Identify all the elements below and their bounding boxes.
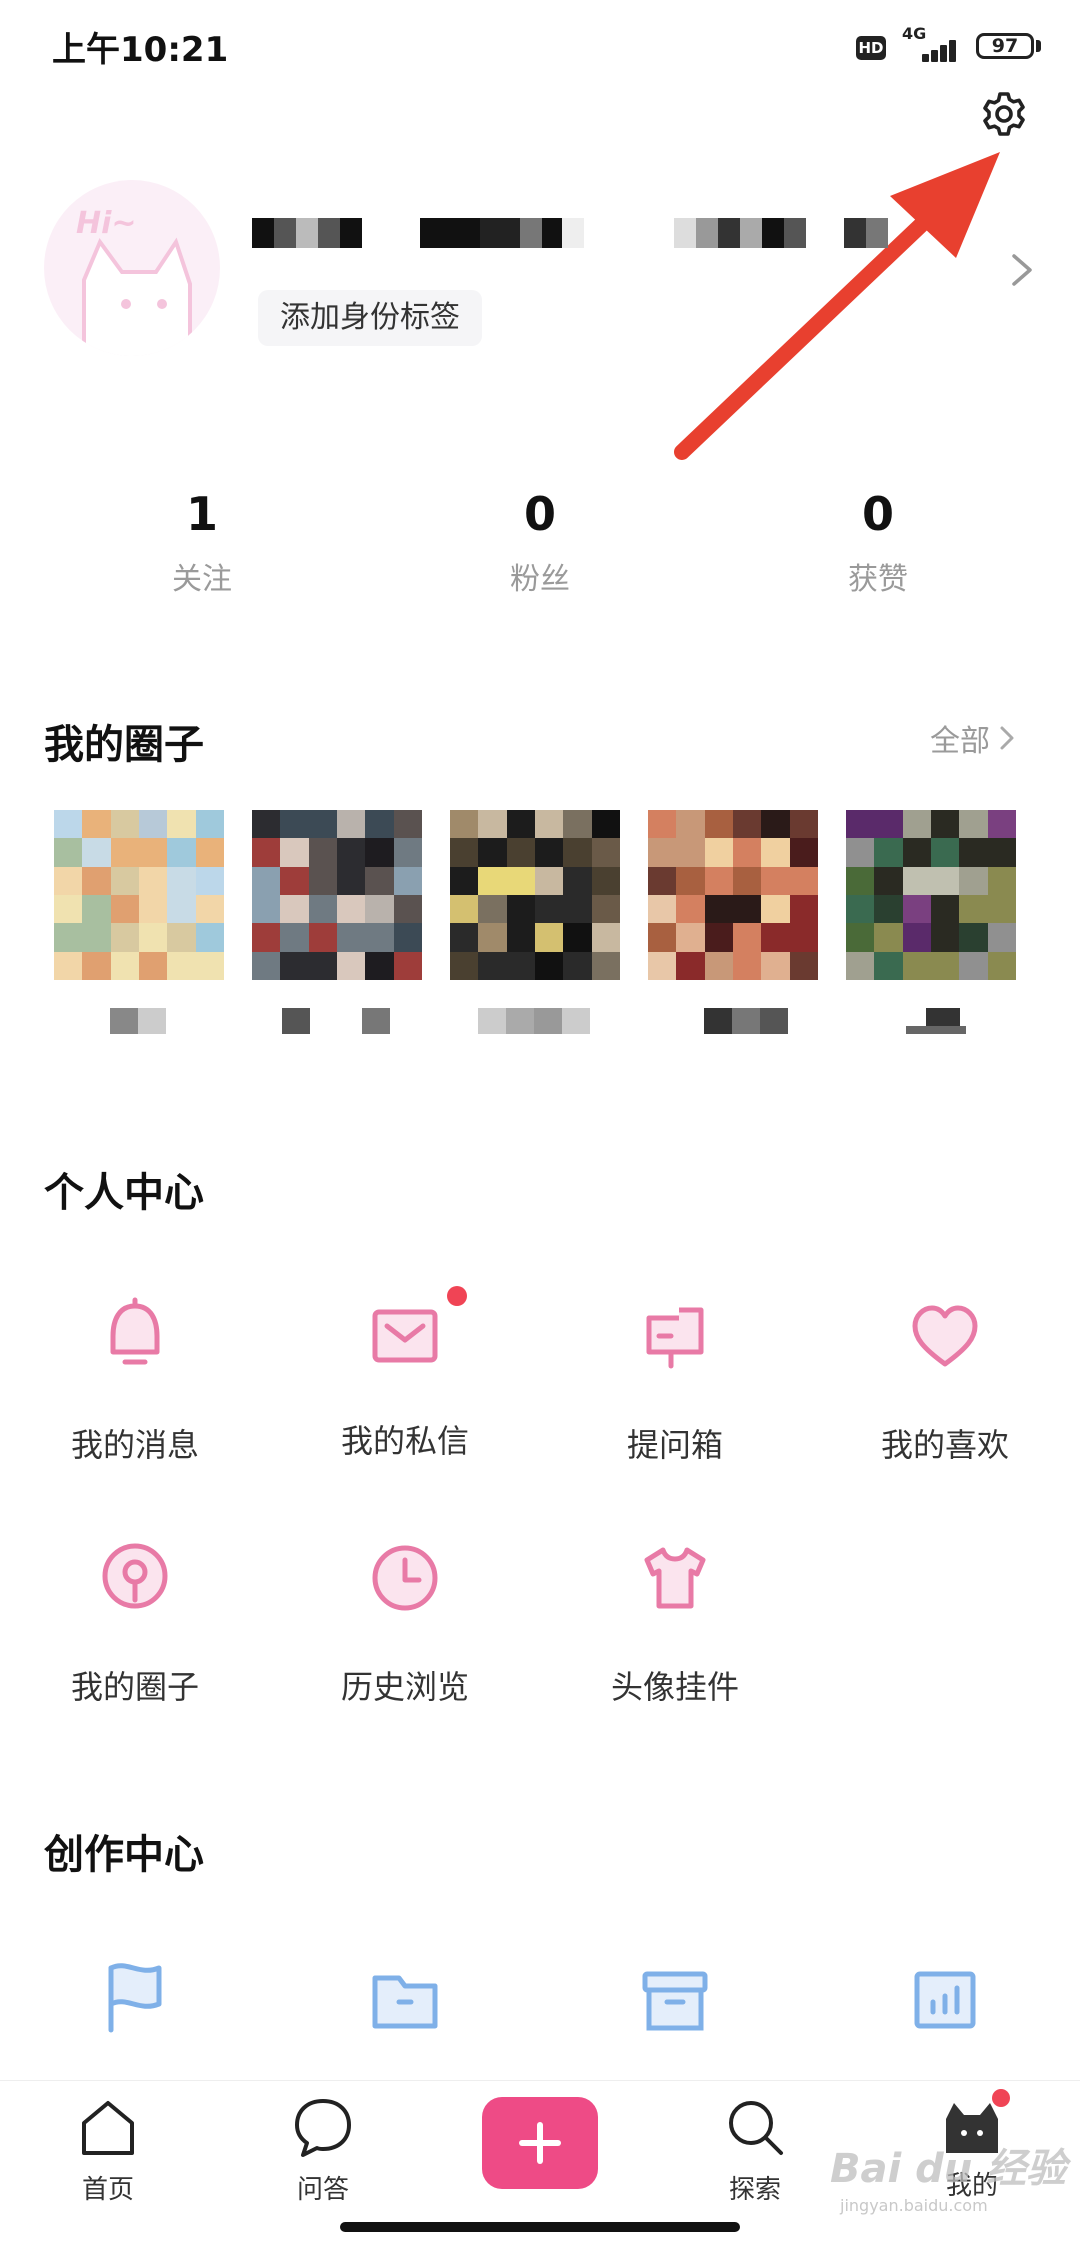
- circle-name-redacted: [110, 1008, 166, 1034]
- heart-icon: [912, 1305, 978, 1367]
- location-pin-icon: [102, 1543, 168, 1609]
- battery-nub: [1036, 40, 1041, 52]
- menu-label: 我的圈子: [70, 1668, 199, 1706]
- mailbox-icon: [646, 1307, 704, 1369]
- circle-name-redacted: [906, 1008, 966, 1034]
- home-icon: [82, 2101, 134, 2155]
- mail-icon-wrap: [365, 1286, 467, 1376]
- stat-following[interactable]: 1 关注: [82, 488, 322, 598]
- menu-label: 我的喜欢: [880, 1426, 1009, 1464]
- guide-arrow: [674, 152, 1000, 460]
- username-redacted: [252, 218, 942, 248]
- hd-badge: HD: [856, 36, 886, 60]
- nav-explore[interactable]: 探索: [680, 2095, 830, 2206]
- chat-bubble-icon: [295, 2099, 351, 2157]
- nav-home[interactable]: 首页: [33, 2095, 183, 2206]
- menu-my-circles[interactable]: 我的圈子: [0, 1538, 270, 1708]
- stat-followers[interactable]: 0 粉丝: [420, 488, 660, 598]
- nav-label: 探索: [728, 2175, 781, 2205]
- menu-my-messages[interactable]: 我的消息: [0, 1296, 270, 1466]
- bell-icon: [110, 1297, 160, 1365]
- chevron-right-icon: [1000, 726, 1014, 750]
- pixelated-image: [846, 810, 1016, 980]
- stat-label: 获赞: [848, 562, 908, 597]
- nav-qa[interactable]: 问答: [248, 2095, 398, 2206]
- menu-private-messages[interactable]: 我的私信: [270, 1286, 540, 1462]
- battery-icon: 97: [976, 33, 1034, 59]
- avatar[interactable]: Hi~: [44, 180, 220, 356]
- home-indicator: [340, 2222, 740, 2232]
- nav-label: 问答: [296, 2175, 349, 2205]
- menu-label: 我的消息: [70, 1426, 199, 1464]
- stat-label: 粉丝: [510, 562, 570, 597]
- menu-label: 头像挂件: [610, 1668, 739, 1706]
- see-all-circles-button[interactable]: 全部: [930, 716, 1016, 760]
- circle-thumbnail[interactable]: [450, 810, 620, 980]
- circle-name-redacted: [478, 1008, 590, 1034]
- stat-value: 0: [861, 487, 894, 541]
- unread-badge: [447, 1286, 467, 1306]
- pixelated-image: [648, 810, 818, 980]
- flag-icon[interactable]: [95, 1956, 175, 2036]
- notification-badge: [992, 2089, 1010, 2107]
- personal-center-title: 个人中心: [44, 1170, 204, 1216]
- plus-icon: [519, 2122, 561, 2164]
- my-circles-title: 我的圈子: [44, 722, 204, 768]
- menu-my-likes[interactable]: 我的喜欢: [810, 1296, 1080, 1466]
- stat-label: 关注: [172, 562, 232, 597]
- pixelated-image: [54, 810, 224, 980]
- tshirt-icon: [644, 1547, 706, 1609]
- folder-icon[interactable]: [365, 1962, 445, 2042]
- nav-label: 首页: [81, 2175, 134, 2205]
- settings-gear-icon[interactable]: [980, 90, 1028, 138]
- menu-browsing-history[interactable]: 历史浏览: [270, 1538, 540, 1708]
- bar-chart-icon[interactable]: [905, 1962, 985, 2042]
- mail-icon: [372, 1309, 438, 1363]
- see-all-label: 全部: [930, 724, 990, 759]
- circle-thumbnail[interactable]: [648, 810, 818, 980]
- menu-label: 我的私信: [340, 1422, 469, 1460]
- stat-likes[interactable]: 0 获赞: [758, 488, 998, 598]
- menu-question-box[interactable]: 提问箱: [540, 1296, 810, 1466]
- status-time: 上午10:21: [52, 30, 229, 70]
- watermark: Bai du 经验: [830, 2146, 1067, 2192]
- stat-value: 1: [185, 487, 218, 541]
- circle-thumbnail[interactable]: [252, 810, 422, 980]
- create-post-button[interactable]: [482, 2097, 598, 2189]
- circle-thumbnail[interactable]: [846, 810, 1016, 980]
- pixelated-image: [450, 810, 620, 980]
- circle-name-redacted: [704, 1008, 788, 1034]
- add-identity-tag-button[interactable]: 添加身份标签: [258, 290, 482, 346]
- profile-chevron-icon[interactable]: [1008, 250, 1036, 290]
- search-icon: [729, 2101, 783, 2155]
- watermark-url: jingyan.baidu.com: [840, 2196, 988, 2215]
- clock-icon: [372, 1545, 438, 1611]
- circle-name-redacted: [282, 1008, 390, 1034]
- cat-doodle-icon: [82, 237, 192, 356]
- stat-value: 0: [523, 487, 556, 541]
- menu-label: 历史浏览: [340, 1668, 469, 1706]
- pixelated-image: [252, 810, 422, 980]
- creation-center-title: 创作中心: [44, 1832, 204, 1878]
- signal-icon: [902, 36, 960, 62]
- menu-label: 提问箱: [626, 1426, 723, 1464]
- archive-box-icon[interactable]: [635, 1962, 715, 2042]
- circle-thumbnail[interactable]: [54, 810, 224, 980]
- menu-avatar-frame[interactable]: 头像挂件: [540, 1538, 810, 1708]
